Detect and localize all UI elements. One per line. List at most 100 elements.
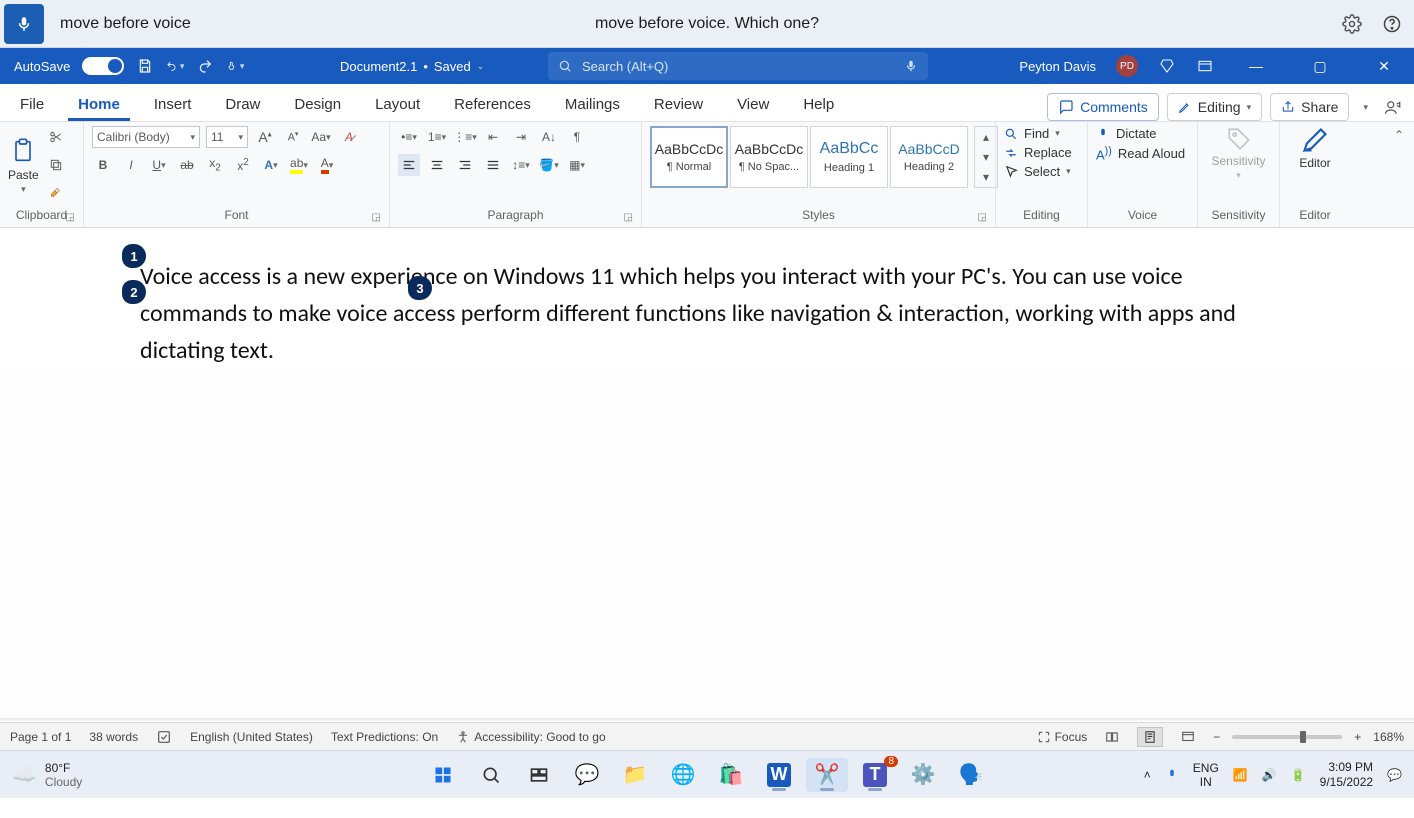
tab-draw[interactable]: Draw <box>215 88 270 121</box>
tab-references[interactable]: References <box>444 88 541 121</box>
start-button[interactable] <box>422 758 464 792</box>
tab-home[interactable]: Home <box>68 88 130 121</box>
paste-button[interactable]: Paste ▾ <box>8 136 39 195</box>
subscript-button[interactable]: x2 <box>204 154 226 176</box>
voice-number-badge-3[interactable]: 3 <box>408 276 432 300</box>
bold-button[interactable]: B <box>92 154 114 176</box>
format-painter-button[interactable] <box>45 182 67 204</box>
show-marks-button[interactable]: ¶ <box>566 126 588 148</box>
read-mode-button[interactable] <box>1099 727 1125 747</box>
weather-widget[interactable]: ☁️ 80°F Cloudy <box>12 761 82 789</box>
select-button[interactable]: Select▾ <box>1004 164 1079 179</box>
voice-access-taskbar-button[interactable]: 🗣️ <box>950 758 992 792</box>
voice-mic-button[interactable] <box>4 4 44 44</box>
zoom-in-button[interactable]: + <box>1354 730 1361 744</box>
shrink-font-button[interactable]: A▾ <box>282 126 304 148</box>
line-spacing-button[interactable]: ↕≡▾ <box>510 154 532 176</box>
spellcheck-icon[interactable] <box>156 729 172 745</box>
autosave-toggle[interactable] <box>82 57 124 75</box>
styles-more-button[interactable]: ▾ <box>975 167 997 187</box>
collapse-ribbon-button[interactable]: ⌃ <box>1384 122 1414 227</box>
search-mic-icon[interactable] <box>904 59 918 73</box>
styles-gallery[interactable]: AaBbCcDc¶ Normal AaBbCcDc¶ No Spac... Aa… <box>650 126 968 188</box>
voice-number-badge-2[interactable]: 2 <box>122 280 146 304</box>
tab-design[interactable]: Design <box>284 88 351 121</box>
share-button[interactable]: Share <box>1270 93 1349 121</box>
snipping-tool-button[interactable]: ✂️ <box>806 758 848 792</box>
highlight-button[interactable]: ab▾ <box>288 154 310 176</box>
find-button[interactable]: Find▾ <box>1004 126 1079 141</box>
taskbar-search-button[interactable] <box>470 758 512 792</box>
page-status[interactable]: Page 1 of 1 <box>10 730 71 744</box>
align-left-button[interactable] <box>398 154 420 176</box>
edge-button[interactable]: 🌐 <box>662 758 704 792</box>
document-paragraph[interactable]: Voice access is a new experience on Wind… <box>140 258 1274 370</box>
word-count[interactable]: 38 words <box>89 730 138 744</box>
underline-button[interactable]: U▾ <box>148 154 170 176</box>
settings-button[interactable]: ⚙️ <box>902 758 944 792</box>
store-button[interactable]: 🛍️ <box>710 758 752 792</box>
zoom-slider[interactable] <box>1232 735 1342 739</box>
borders-button[interactable]: ▦▾ <box>566 154 588 176</box>
clipboard-launcher[interactable]: ◲ <box>66 212 75 223</box>
redo-icon[interactable] <box>196 57 214 75</box>
settings-icon[interactable] <box>1342 14 1362 34</box>
battery-icon[interactable]: 🔋 <box>1291 768 1306 782</box>
language-indicator[interactable]: ENG IN <box>1193 761 1219 789</box>
wifi-icon[interactable]: 📶 <box>1233 768 1248 782</box>
tab-help[interactable]: Help <box>793 88 844 121</box>
italic-button[interactable]: I <box>120 154 142 176</box>
cut-button[interactable] <box>45 126 67 148</box>
align-center-button[interactable] <box>426 154 448 176</box>
copy-button[interactable] <box>45 154 67 176</box>
minimize-button[interactable]: ― <box>1234 58 1278 74</box>
editing-mode-button[interactable]: Editing ▾ <box>1167 93 1262 121</box>
notifications-button[interactable]: 💬 <box>1387 768 1402 782</box>
accessibility-status[interactable]: Accessibility: Good to go <box>456 730 605 744</box>
close-button[interactable]: ✕ <box>1362 58 1406 75</box>
present-icon[interactable] <box>1382 96 1404 118</box>
font-size-combo[interactable]: 11▾ <box>206 126 248 148</box>
save-icon[interactable] <box>136 57 154 75</box>
share-dropdown[interactable]: ▾ <box>1357 102 1374 113</box>
zoom-out-button[interactable]: − <box>1213 730 1220 744</box>
font-name-combo[interactable]: Calibri (Body)▾ <box>92 126 200 148</box>
print-layout-button[interactable] <box>1137 727 1163 747</box>
font-launcher[interactable]: ◲ <box>372 212 381 223</box>
shading-button[interactable]: 🪣▾ <box>538 154 560 176</box>
clock[interactable]: 3:09 PM 9/15/2022 <box>1320 760 1373 789</box>
window-mode-icon[interactable] <box>1196 57 1214 75</box>
search-box[interactable]: Search (Alt+Q) <box>548 52 928 80</box>
style-normal[interactable]: AaBbCcDc¶ Normal <box>650 126 728 188</box>
dictate-button[interactable]: Dictate <box>1096 126 1189 141</box>
help-icon[interactable] <box>1382 14 1402 34</box>
increase-indent-button[interactable]: ⇥ <box>510 126 532 148</box>
justify-button[interactable] <box>482 154 504 176</box>
bullets-button[interactable]: •≡▾ <box>398 126 420 148</box>
language-status[interactable]: English (United States) <box>190 730 313 744</box>
diamond-icon[interactable] <box>1158 57 1176 75</box>
tray-overflow-button[interactable]: ˄ <box>1144 768 1151 782</box>
paragraph-launcher[interactable]: ◲ <box>624 212 633 223</box>
styles-launcher[interactable]: ◲ <box>978 212 987 223</box>
style-heading-2[interactable]: AaBbCcDHeading 2 <box>890 126 968 188</box>
zoom-value[interactable]: 168% <box>1373 730 1404 744</box>
teams-button[interactable]: T8 <box>854 758 896 792</box>
numbering-button[interactable]: 1≡▾ <box>426 126 448 148</box>
undo-icon[interactable]: ▾ <box>166 57 184 75</box>
sort-button[interactable]: A↓ <box>538 126 560 148</box>
decrease-indent-button[interactable]: ⇤ <box>482 126 504 148</box>
style-no-spacing[interactable]: AaBbCcDc¶ No Spac... <box>730 126 808 188</box>
align-right-button[interactable] <box>454 154 476 176</box>
change-case-button[interactable]: Aa▾ <box>310 126 332 148</box>
tab-insert[interactable]: Insert <box>144 88 202 121</box>
tab-view[interactable]: View <box>727 88 779 121</box>
word-taskbar-button[interactable]: W <box>758 758 800 792</box>
document-area[interactable]: Voice access is a new experience on Wind… <box>0 228 1414 718</box>
read-aloud-button[interactable]: A))Read Aloud <box>1096 145 1189 162</box>
tray-mic-icon[interactable] <box>1165 768 1179 782</box>
chat-button[interactable]: 💬 <box>566 758 608 792</box>
styles-down-button[interactable]: ▾ <box>975 147 997 167</box>
maximize-button[interactable]: ▢ <box>1298 58 1342 75</box>
tab-layout[interactable]: Layout <box>365 88 430 121</box>
